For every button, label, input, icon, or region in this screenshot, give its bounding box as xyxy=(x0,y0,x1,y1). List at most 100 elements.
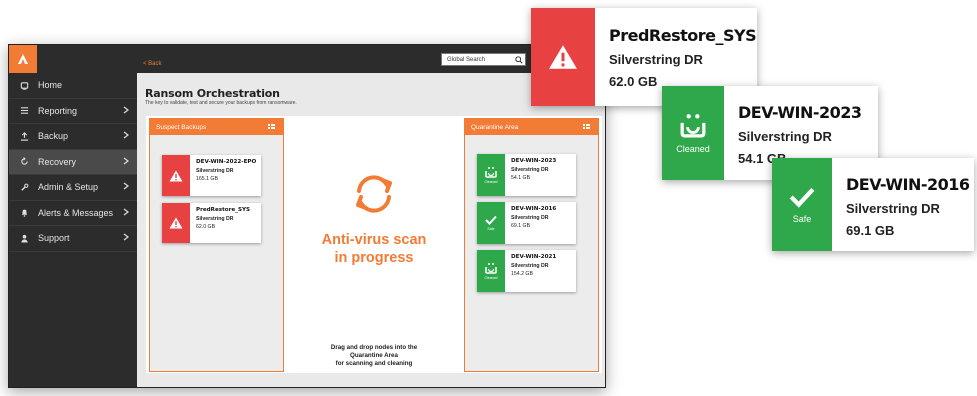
list-icon xyxy=(18,105,30,117)
node-name: DEV-WIN-2016 xyxy=(511,206,557,212)
safe-badge: Safe xyxy=(772,158,832,251)
node-size: 54.1 GB xyxy=(511,174,531,181)
page-subtitle: The key to validate, test and secure you… xyxy=(145,100,297,106)
node-location: Silverstring DR xyxy=(196,215,234,222)
callout-card-dev-win-2016: Safe DEV-WIN-2016 Silverstring DR 69.1 G… xyxy=(772,158,974,251)
logo-icon xyxy=(18,54,28,64)
node-size: 62.0 GB xyxy=(196,223,216,230)
sidebar-item-label: Backup xyxy=(38,131,69,142)
backup-node[interactable]: DEV-WIN-2022-EPO Silverstring DR 165.1 G… xyxy=(162,155,261,196)
node-location: Silverstring DR xyxy=(846,201,940,216)
quarantine-area-panel: Quarantine Area Cleaned DEV-WIN-2023 Sil… xyxy=(464,118,599,372)
search-placeholder: Global Search xyxy=(447,56,486,63)
sidebar-item-label: Alerts & Messages xyxy=(38,207,114,218)
drag-line: Quarantine Area xyxy=(350,352,398,360)
backup-node[interactable]: PredRestore_SYS Silverstring DR 62.0 GB xyxy=(162,203,261,243)
cleaned-icon xyxy=(485,167,497,178)
node-name: PredRestore_SYS xyxy=(196,207,251,213)
menu-icon[interactable] xyxy=(583,124,590,130)
orchestration-area: Suspect Backups DEV-WIN-2022-EPO Silvers… xyxy=(146,116,602,373)
app-window: < Back Global Search Home Reporting Back… xyxy=(8,44,606,388)
chevron-right-icon xyxy=(123,182,129,190)
sidebar-item-label: Home xyxy=(38,80,63,91)
warning-badge xyxy=(162,203,190,243)
sidebar-item-label: Support xyxy=(38,233,70,244)
menu-icon[interactable] xyxy=(268,124,275,130)
scan-status: Anti-virus scan in progress Drag and dro… xyxy=(294,116,454,373)
main-content: Ransom Orchestration The key to validate… xyxy=(137,73,605,387)
panel-title: Quarantine Area xyxy=(471,123,519,131)
warning-badge xyxy=(162,155,190,196)
sidebar-item-recovery[interactable]: Recovery xyxy=(9,149,137,175)
sidebar-item-label: Recovery xyxy=(38,156,77,167)
quarantine-node[interactable]: Cleaned DEV-WIN-2021 Silverstring DR 154… xyxy=(477,250,576,292)
node-location: Silverstring DR xyxy=(511,262,549,269)
warning-icon xyxy=(169,170,183,181)
badge-label: Cleaned xyxy=(484,180,498,184)
sidebar-item-home[interactable]: Home xyxy=(9,73,137,99)
app-logo[interactable] xyxy=(9,45,37,73)
node-name: DEV-WIN-2023 xyxy=(738,103,862,122)
chevron-right-icon xyxy=(123,208,129,215)
node-size: 69.1 GB xyxy=(846,223,895,238)
drag-line: for scanning and cleaning xyxy=(335,360,413,368)
chevron-right-icon xyxy=(123,131,129,139)
page-title: Ransom Orchestration xyxy=(145,87,280,100)
badge-label: Cleaned xyxy=(676,144,710,154)
quarantine-area-header: Quarantine Area xyxy=(465,119,598,135)
quarantine-node[interactable]: Cleaned DEV-WIN-2023 Silverstring DR 54.… xyxy=(477,154,576,196)
wrench-icon xyxy=(18,181,30,193)
warning-badge xyxy=(531,8,595,106)
check-icon xyxy=(485,215,497,225)
upload-icon xyxy=(18,130,30,142)
node-location: Silverstring DR xyxy=(511,166,549,173)
node-location: Silverstring DR xyxy=(609,52,703,67)
scan-line: in progress xyxy=(334,249,414,266)
cleaned-badge: Cleaned xyxy=(662,86,724,180)
chevron-right-icon xyxy=(123,106,129,113)
sidebar-item-backup[interactable]: Backup xyxy=(9,124,137,150)
sidebar: Home Reporting Backup Recovery Admin & S… xyxy=(9,73,137,387)
node-location: Silverstring DR xyxy=(511,214,549,221)
refresh-icon xyxy=(18,156,30,168)
scan-status-text: Anti-virus scan in progress xyxy=(294,232,454,267)
sidebar-item-admin-setup[interactable]: Admin & Setup xyxy=(9,175,137,201)
cleaned-badge: Cleaned xyxy=(477,154,505,196)
suspect-backups-panel: Suspect Backups DEV-WIN-2022-EPO Silvers… xyxy=(149,118,284,372)
cleaned-icon xyxy=(485,263,497,274)
sidebar-item-support[interactable]: Support xyxy=(9,226,137,252)
node-size: 154.2 GB xyxy=(511,270,533,277)
node-size: 69.1 GB xyxy=(511,222,531,229)
cleaned-badge: Cleaned xyxy=(477,250,505,292)
badge-label: Cleaned xyxy=(484,276,498,280)
back-link[interactable]: < Back xyxy=(143,61,162,67)
warning-icon xyxy=(169,217,183,229)
global-search-input[interactable]: Global Search xyxy=(441,53,526,66)
sidebar-item-alerts-messages[interactable]: Alerts & Messages xyxy=(9,201,137,226)
drag-instructions: Drag and drop nodes into the Quarantine … xyxy=(294,344,454,368)
check-icon xyxy=(789,187,815,208)
badge-label: Safe xyxy=(487,227,495,231)
bell-icon xyxy=(18,207,30,219)
node-location: Silverstring DR xyxy=(738,129,832,144)
chevron-right-icon xyxy=(123,157,129,164)
sidebar-item-reporting[interactable]: Reporting xyxy=(9,99,137,124)
node-name: DEV-WIN-2022-EPO xyxy=(196,159,257,165)
node-size: 165.1 GB xyxy=(196,175,218,182)
search-icon[interactable] xyxy=(513,54,525,66)
node-name: DEV-WIN-2016 xyxy=(846,175,970,194)
sync-icon xyxy=(356,175,392,213)
node-name: DEV-WIN-2021 xyxy=(511,254,557,260)
safe-badge: Safe xyxy=(477,202,505,244)
top-bar: < Back Global Search xyxy=(9,45,605,73)
quarantine-node[interactable]: Safe DEV-WIN-2016 Silverstring DR 69.1 G… xyxy=(477,202,576,244)
sidebar-item-label: Admin & Setup xyxy=(38,182,99,193)
chevron-right-icon xyxy=(123,233,129,241)
sidebar-item-label: Reporting xyxy=(38,105,78,116)
node-name: DEV-WIN-2023 xyxy=(511,158,557,164)
suspect-backups-header: Suspect Backups xyxy=(150,119,283,135)
person-icon xyxy=(18,232,30,244)
warning-icon xyxy=(549,45,577,69)
node-location: Silverstring DR xyxy=(196,167,234,174)
drag-line: Drag and drop nodes into the xyxy=(330,344,418,351)
